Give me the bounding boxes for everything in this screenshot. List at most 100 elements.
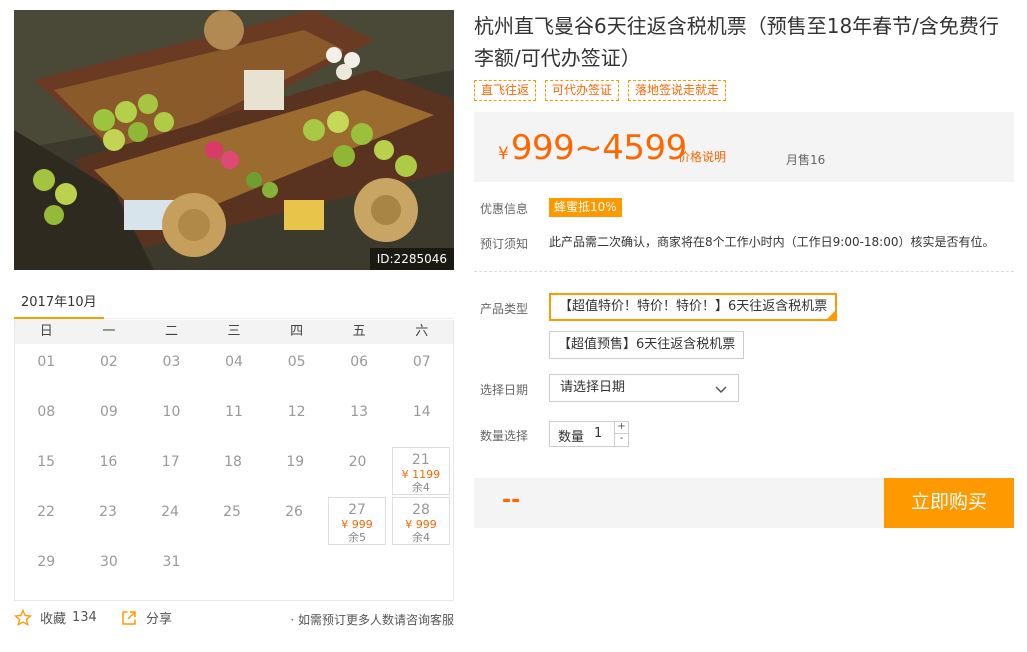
purchase-bar: -- 立即购买 — [474, 478, 1014, 528]
date-select[interactable]: 请选择日期 — [549, 374, 739, 402]
calendar-day: 05 — [268, 347, 325, 395]
calendar-day: 24 — [142, 497, 198, 545]
calendar-day-number: 06 — [350, 354, 369, 370]
calendar-day-number: 11 — [225, 404, 243, 420]
calendar-day-number: 05 — [287, 354, 306, 370]
favorite-label: 收藏 — [40, 612, 67, 627]
calendar-week-row: 08 09 10 11 12 13 14 — [15, 396, 453, 446]
weekday-label: 四 — [290, 324, 304, 339]
calendar-day — [206, 547, 263, 595]
calendar-day-number: 13 — [350, 404, 369, 420]
product-type-option[interactable]: 【超值预售】6天往返含税机票 — [549, 331, 745, 359]
availability-calendar: 日 一 二 三 四 五 六 01 02 03 04 05 06 07 08 09 10 11 12 13… — [14, 320, 454, 601]
date-select-value: 请选择日期 — [560, 380, 626, 395]
calendar-day: 29 — [18, 547, 75, 595]
calendar-day: 11 — [206, 397, 263, 445]
calendar-day-stock: 余5 — [348, 531, 366, 544]
product-actions-bar: 收藏 134 分享 · 如需预订更多人数请咨询客服 — [14, 608, 454, 630]
calendar-day: 31 — [143, 547, 200, 595]
calendar-day: 19 — [267, 447, 323, 495]
calendar-day-number: 08 — [37, 404, 56, 420]
calendar-day-stock: 余4 — [412, 531, 430, 544]
calendar-day-number: 26 — [285, 504, 303, 520]
calendar-day — [268, 547, 325, 595]
calendar-day-price: ¥ 999 — [341, 518, 373, 531]
monthly-sales: 月售16 — [786, 153, 826, 167]
calendar-day: 02 — [81, 347, 138, 395]
calendar-day-number — [206, 547, 263, 554]
calendar-day: 12 — [268, 397, 325, 445]
calendar-day-price: ¥ 999 — [405, 518, 437, 531]
type-label: 产品类型 — [480, 302, 529, 316]
calendar-day-number: 16 — [99, 454, 118, 470]
calendar-week-row: 29 30 31 — [15, 546, 453, 596]
calendar-day: 06 — [331, 347, 388, 395]
calendar-day: 25 — [204, 497, 260, 545]
calendar-day: 03 — [143, 347, 200, 395]
calendar-day-available[interactable]: 28 ¥ 999 余4 — [392, 497, 450, 545]
promo-badge: 蜂蜜抵10% — [549, 198, 622, 217]
chevron-down-icon — [715, 386, 727, 394]
calendar-day-price: ¥ 1199 — [401, 468, 441, 481]
calendar-day-number: 23 — [99, 504, 117, 520]
calendar-tab-divider — [104, 318, 454, 319]
calendar-day: 13 — [331, 397, 388, 445]
product-type-option-selected[interactable]: 【超值特价！特价！特价！】6天往返含税机票 — [549, 293, 838, 321]
product-tag: 落地签说走就走 — [628, 80, 727, 101]
calendar-day-available[interactable]: 21 ¥ 1199 余4 — [391, 447, 450, 495]
calendar-day-number: 30 — [99, 554, 118, 570]
calendar-day-number: 03 — [162, 354, 181, 370]
favorite-button[interactable]: 收藏 134 — [14, 608, 97, 627]
promo-label: 优惠信息 — [480, 202, 529, 216]
calendar-day-number: 20 — [348, 454, 367, 470]
calendar-day: 18 — [205, 447, 261, 495]
product-photo: ID:2285046 — [14, 10, 454, 270]
calendar-week-row: 15 16 17 18 19 20 21 ¥ 1199 余4 — [15, 446, 453, 496]
share-icon — [122, 610, 136, 625]
price-note-link[interactable]: 价格说明 — [678, 148, 726, 165]
calendar-day: 30 — [81, 547, 138, 595]
calendar-day-available[interactable]: 27 ¥ 999 余5 — [328, 497, 386, 545]
calendar-day: 08 — [18, 397, 75, 445]
calendar-day-number: 19 — [286, 454, 305, 470]
weekday-label: 日 — [39, 324, 53, 339]
calendar-day: 22 — [18, 497, 74, 545]
weekday-label: 一 — [102, 324, 116, 339]
share-label: 分享 — [146, 612, 173, 627]
calendar-day: 07 — [393, 347, 450, 395]
calendar-day: 20 — [329, 447, 385, 495]
price-currency: ¥ — [498, 144, 509, 164]
calendar-days: 01 02 03 04 05 06 07 08 09 10 11 12 13 14 15 16 17 18 19 20… — [15, 344, 453, 600]
notice-label: 预订须知 — [480, 237, 529, 251]
quantity-value[interactable]: 1 — [594, 426, 602, 441]
calendar-day-number — [268, 547, 325, 554]
star-icon — [14, 608, 32, 626]
calendar-day: 09 — [81, 397, 138, 445]
calendar-day-number: 25 — [223, 504, 241, 520]
calendar-day-number: 10 — [162, 404, 181, 420]
calendar-day-number: 14 — [412, 404, 431, 420]
calendar-day: 15 — [18, 447, 74, 495]
buy-now-button[interactable]: 立即购买 — [884, 478, 1014, 528]
calendar-day: 26 — [266, 497, 322, 545]
floating-market-image — [14, 10, 454, 270]
order-total: -- — [502, 488, 521, 513]
share-button[interactable]: 分享 — [120, 608, 172, 627]
price-panel: ¥ 999~4599 价格说明 月售16 — [474, 112, 1014, 182]
calendar-day-number — [393, 547, 450, 554]
calendar-day-number — [331, 547, 388, 554]
quantity-stepper: 数量 1 + - — [549, 421, 629, 447]
quantity-decrement-button[interactable]: - — [614, 434, 628, 446]
calendar-day: 14 — [393, 397, 450, 445]
calendar-day-number: 09 — [99, 404, 118, 420]
calendar-weekday-header: 日 一 二 三 四 五 六 — [15, 320, 453, 344]
calendar-day — [393, 547, 450, 595]
calendar-day-number: 29 — [37, 554, 56, 570]
calendar-week-row: 01 02 03 04 05 06 07 — [15, 346, 453, 396]
notice-text: 此产品需二次确认，商家将在8个工作小时内（工作日9:00-18:00）核实是否有… — [549, 235, 995, 249]
customer-service-tip: · 如需预订更多人数请咨询客服 — [290, 613, 454, 627]
photo-id-label: ID:2285046 — [369, 248, 454, 270]
calendar-day-number: 04 — [225, 354, 243, 370]
calendar-day-number: 07 — [412, 354, 431, 370]
calendar-month-tab[interactable]: 2017年10月 — [14, 284, 104, 319]
